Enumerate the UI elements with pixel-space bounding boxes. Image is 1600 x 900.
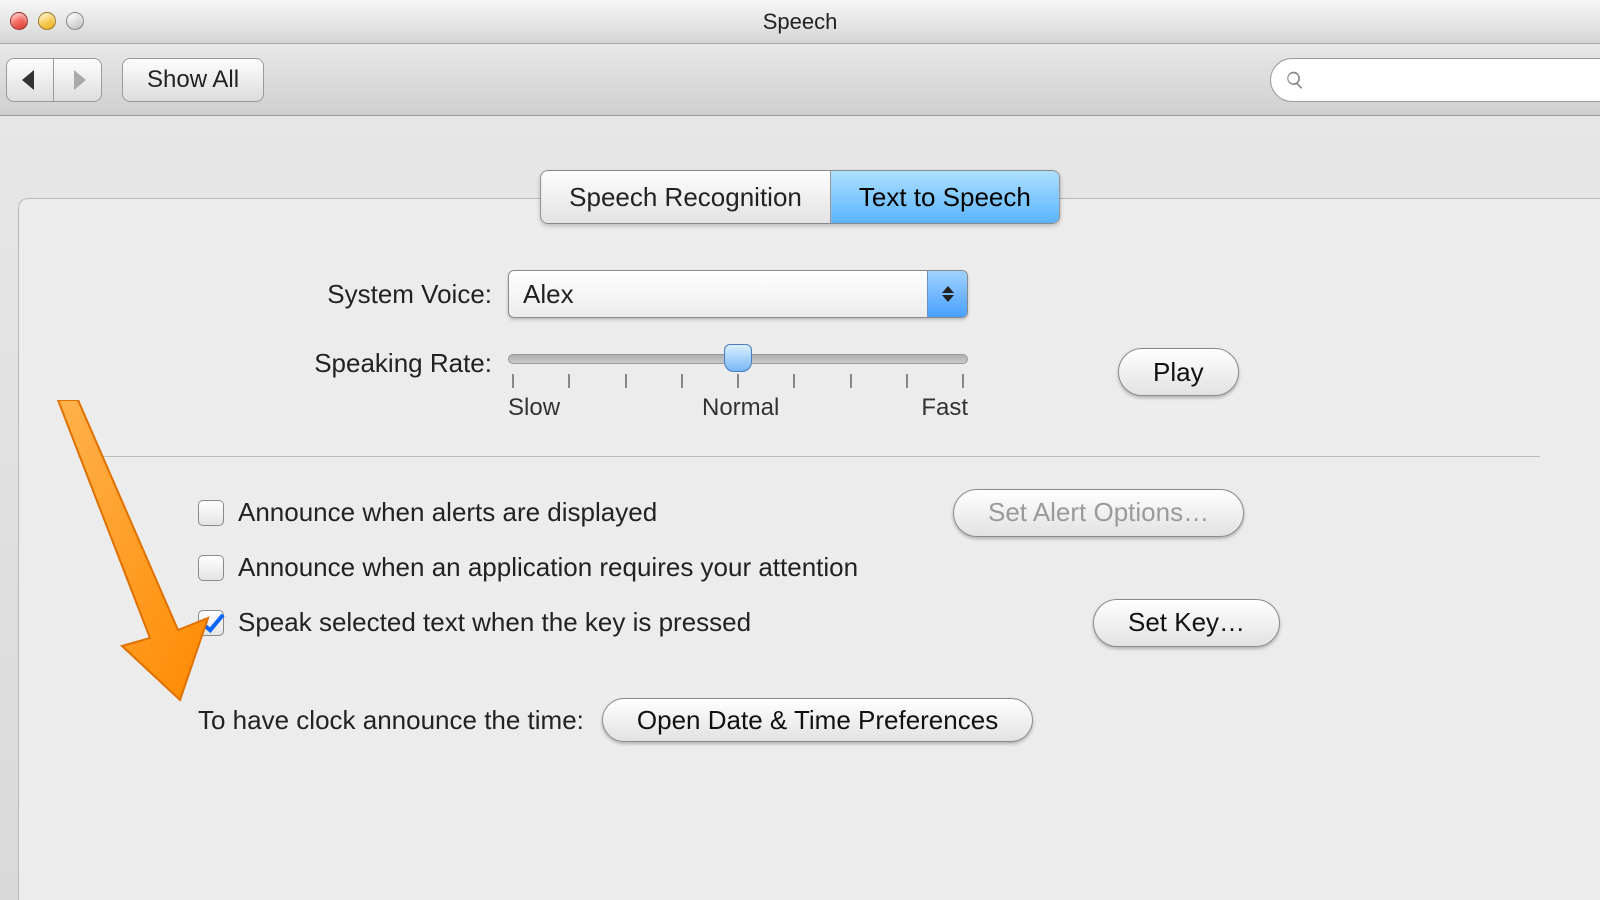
search-icon [1285,69,1305,91]
nav-buttons [6,58,102,102]
chevron-left-icon [22,70,38,90]
announce-attention-label: Announce when an application requires yo… [238,552,858,583]
slider-tick-normal: Normal [702,394,779,422]
tab-text-to-speech[interactable]: Text to Speech [831,171,1059,223]
set-alert-options-button[interactable]: Set Alert Options… [953,489,1244,537]
titlebar: Speech [0,0,1600,44]
show-all-button[interactable]: Show All [122,58,264,102]
search-field[interactable] [1270,58,1600,102]
play-button[interactable]: Play [1118,348,1239,396]
speak-selected-label: Speak selected text when the key is pres… [238,607,751,638]
system-voice-popup[interactable]: Alex [508,270,968,318]
back-button[interactable] [6,58,54,102]
tab-bar: Speech Recognition Text to Speech [540,170,1060,224]
toolbar: Show All [0,44,1600,116]
set-key-button[interactable]: Set Key… [1093,599,1280,647]
speak-selected-checkbox[interactable] [198,610,224,636]
chevron-right-icon [70,70,86,90]
updown-icon [927,271,967,317]
system-voice-value: Alex [509,279,927,310]
tab-speech-recognition[interactable]: Speech Recognition [541,171,831,223]
forward-button[interactable] [54,58,102,102]
announce-alerts-checkbox[interactable] [198,500,224,526]
slider-thumb[interactable] [724,344,752,372]
announce-alerts-label: Announce when alerts are displayed [238,497,657,528]
clock-announce-label: To have clock announce the time: [198,705,584,736]
search-input[interactable] [1313,66,1600,94]
content: System Voice: Alex Speaking Rate: Slow N… [18,230,1600,900]
divider [78,456,1540,457]
system-voice-label: System Voice: [18,279,508,310]
speaking-rate-slider[interactable]: Slow Normal Fast [508,348,968,422]
open-date-time-button[interactable]: Open Date & Time Preferences [602,698,1033,742]
slider-tick-slow: Slow [508,394,560,422]
window-title: Speech [0,0,1600,44]
slider-tick-fast: Fast [921,394,968,422]
announce-attention-checkbox[interactable] [198,555,224,581]
speaking-rate-label: Speaking Rate: [18,348,508,379]
